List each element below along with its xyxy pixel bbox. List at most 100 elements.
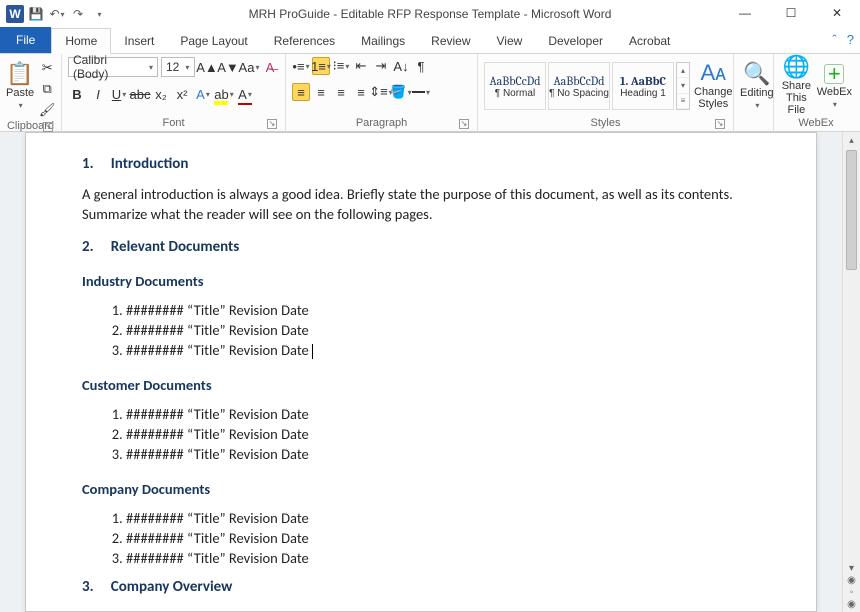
numbering-icon[interactable]: 1≡▾: [312, 57, 330, 75]
copy-icon[interactable]: ⧉: [38, 80, 56, 98]
company-list: ######## “Title” Revision Date ######## …: [108, 508, 760, 568]
share-label: Share This File: [780, 80, 813, 116]
scroll-up-icon[interactable]: ▴: [843, 132, 860, 148]
title-bar: W 💾 ↶▾ ↷ ▾ MRH ProGuide - Editable RFP R…: [0, 0, 860, 28]
strikethrough-icon[interactable]: abc: [131, 85, 149, 103]
font-name-combo[interactable]: Calibri (Body)▾: [68, 57, 158, 77]
scroll-down-icon[interactable]: ▾: [849, 563, 854, 574]
show-hide-icon[interactable]: ¶: [412, 57, 430, 75]
increase-indent-icon[interactable]: ⇥: [372, 57, 390, 75]
heading-company-overview: 3. Company Overview: [82, 578, 760, 596]
cut-icon[interactable]: ✂: [38, 59, 56, 77]
tab-references[interactable]: References: [261, 29, 348, 53]
highlight-icon[interactable]: ab▾: [215, 85, 233, 103]
document-area: 1. Introduction A general introduction i…: [0, 132, 860, 612]
list-item: ######## “Title” Revision Date: [126, 528, 760, 548]
scroll-thumb[interactable]: [846, 150, 857, 270]
font-size-combo[interactable]: 12▾: [161, 57, 195, 77]
style-normal[interactable]: AaBbCcDd¶ Normal: [484, 62, 546, 110]
group-font: Calibri (Body)▾ 12▾ A▲ A▼ Aa▾ A̶ B I U▾ …: [62, 54, 286, 131]
align-right-icon[interactable]: ≡: [332, 83, 350, 101]
bold-icon[interactable]: B: [68, 85, 86, 103]
tab-page-layout[interactable]: Page Layout: [167, 29, 260, 53]
borders-icon[interactable]: ▾: [412, 83, 430, 101]
redo-icon[interactable]: ↷: [69, 5, 87, 23]
minimize-ribbon-icon[interactable]: ˆ: [832, 32, 836, 47]
tab-view[interactable]: View: [484, 29, 536, 53]
help-icon[interactable]: ?: [847, 32, 854, 47]
clipboard-dialog-launcher[interactable]: ↘: [43, 122, 53, 132]
maximize-button[interactable]: ☐: [768, 0, 814, 26]
shading-icon[interactable]: 🪣▾: [392, 83, 410, 101]
heading-relevant-documents: 2. Relevant Documents: [82, 238, 760, 256]
save-icon[interactable]: 💾: [27, 5, 45, 23]
vertical-scrollbar[interactable]: ▴ ▾ ◉ ◦ ◉: [842, 132, 860, 612]
align-left-icon[interactable]: ≡: [292, 83, 310, 101]
qat-customize-icon[interactable]: ▾: [90, 5, 108, 23]
minimize-button[interactable]: —: [722, 0, 768, 26]
style-scroll-down[interactable]: ▾: [677, 78, 689, 93]
close-button[interactable]: ✕: [814, 0, 860, 26]
text-cursor: [312, 344, 313, 359]
shrink-font-icon[interactable]: A▼: [219, 58, 237, 76]
style-heading1[interactable]: 1. AaBbCHeading 1: [612, 62, 674, 110]
share-icon: 🌐: [783, 56, 810, 78]
tab-developer[interactable]: Developer: [535, 29, 616, 53]
multilevel-list-icon[interactable]: ⁝≡▾: [332, 57, 350, 75]
style-scroll-up[interactable]: ▴: [677, 63, 689, 78]
group-styles: AaBbCcDd¶ Normal AaBbCcDd¶ No Spacing 1.…: [478, 54, 734, 131]
editing-button[interactable]: 🔍 Editing ▾: [740, 57, 774, 115]
superscript-icon[interactable]: x²: [173, 85, 191, 103]
previous-page-icon[interactable]: ◉: [847, 575, 856, 586]
undo-icon[interactable]: ↶▾: [48, 5, 66, 23]
underline-icon[interactable]: U▾: [110, 85, 128, 103]
style-gallery-scroll: ▴ ▾ ≡: [676, 62, 690, 110]
list-item: ######## “Title” Revision Date: [126, 444, 760, 464]
tab-home[interactable]: Home: [51, 28, 111, 54]
tab-insert[interactable]: Insert: [111, 29, 167, 53]
list-item: ######## “Title” Revision Date: [126, 548, 760, 568]
font-dialog-launcher[interactable]: ↘: [267, 119, 277, 129]
list-item: ######## “Title” Revision Date: [126, 340, 760, 360]
styles-dialog-launcher[interactable]: ↘: [715, 119, 725, 129]
text-effects-icon[interactable]: A▾: [194, 85, 212, 103]
change-case-icon[interactable]: Aa▾: [240, 58, 258, 76]
style-no-spacing[interactable]: AaBbCcDd¶ No Spacing: [548, 62, 610, 110]
group-label-webex: WebEx: [780, 116, 852, 131]
style-gallery-more[interactable]: ≡: [677, 94, 689, 109]
align-center-icon[interactable]: ≡: [312, 83, 330, 101]
grow-font-icon[interactable]: A▲: [198, 58, 216, 76]
sort-icon[interactable]: A↓: [392, 57, 410, 75]
italic-icon[interactable]: I: [89, 85, 107, 103]
paragraph-dialog-launcher[interactable]: ↘: [459, 119, 469, 129]
find-icon: 🔍: [743, 63, 770, 85]
intro-paragraph: A general introduction is always a good …: [82, 185, 760, 224]
share-file-button[interactable]: 🌐 Share This File: [780, 57, 813, 115]
customer-list: ######## “Title” Revision Date ######## …: [108, 404, 760, 464]
justify-icon[interactable]: ≡: [352, 83, 370, 101]
change-styles-icon: Aᴀ: [700, 62, 726, 84]
format-painter-icon[interactable]: 🖌: [38, 101, 56, 119]
paste-button[interactable]: 📋 Paste ▾: [6, 57, 34, 115]
tab-mailings[interactable]: Mailings: [348, 29, 418, 53]
subscript-icon[interactable]: x₂: [152, 85, 170, 103]
tab-review[interactable]: Review: [418, 29, 483, 53]
bullets-icon[interactable]: •≡▾: [292, 57, 310, 75]
word-app-icon[interactable]: W: [6, 5, 24, 23]
font-color-icon[interactable]: A▾: [236, 85, 254, 103]
browse-object-icon[interactable]: ◦: [850, 587, 854, 598]
window-controls: — ☐ ✕: [722, 0, 860, 26]
tab-acrobat[interactable]: Acrobat: [616, 29, 683, 53]
group-label-paragraph: Paragraph↘: [292, 116, 471, 131]
webex-button[interactable]: + WebEx ▾: [817, 57, 852, 115]
line-spacing-icon[interactable]: ⇕≡▾: [372, 83, 390, 101]
group-editing: 🔍 Editing ▾: [734, 54, 774, 131]
subheading-customer: Customer Documents: [82, 376, 760, 394]
next-page-icon[interactable]: ◉: [847, 599, 856, 610]
change-styles-button[interactable]: Aᴀ Change Styles: [694, 57, 733, 115]
decrease-indent-icon[interactable]: ⇤: [352, 57, 370, 75]
clear-formatting-icon[interactable]: A̶: [261, 58, 279, 76]
document-page[interactable]: 1. Introduction A general introduction i…: [25, 132, 817, 612]
list-item: ######## “Title” Revision Date: [126, 508, 760, 528]
tab-file[interactable]: File: [0, 27, 51, 53]
